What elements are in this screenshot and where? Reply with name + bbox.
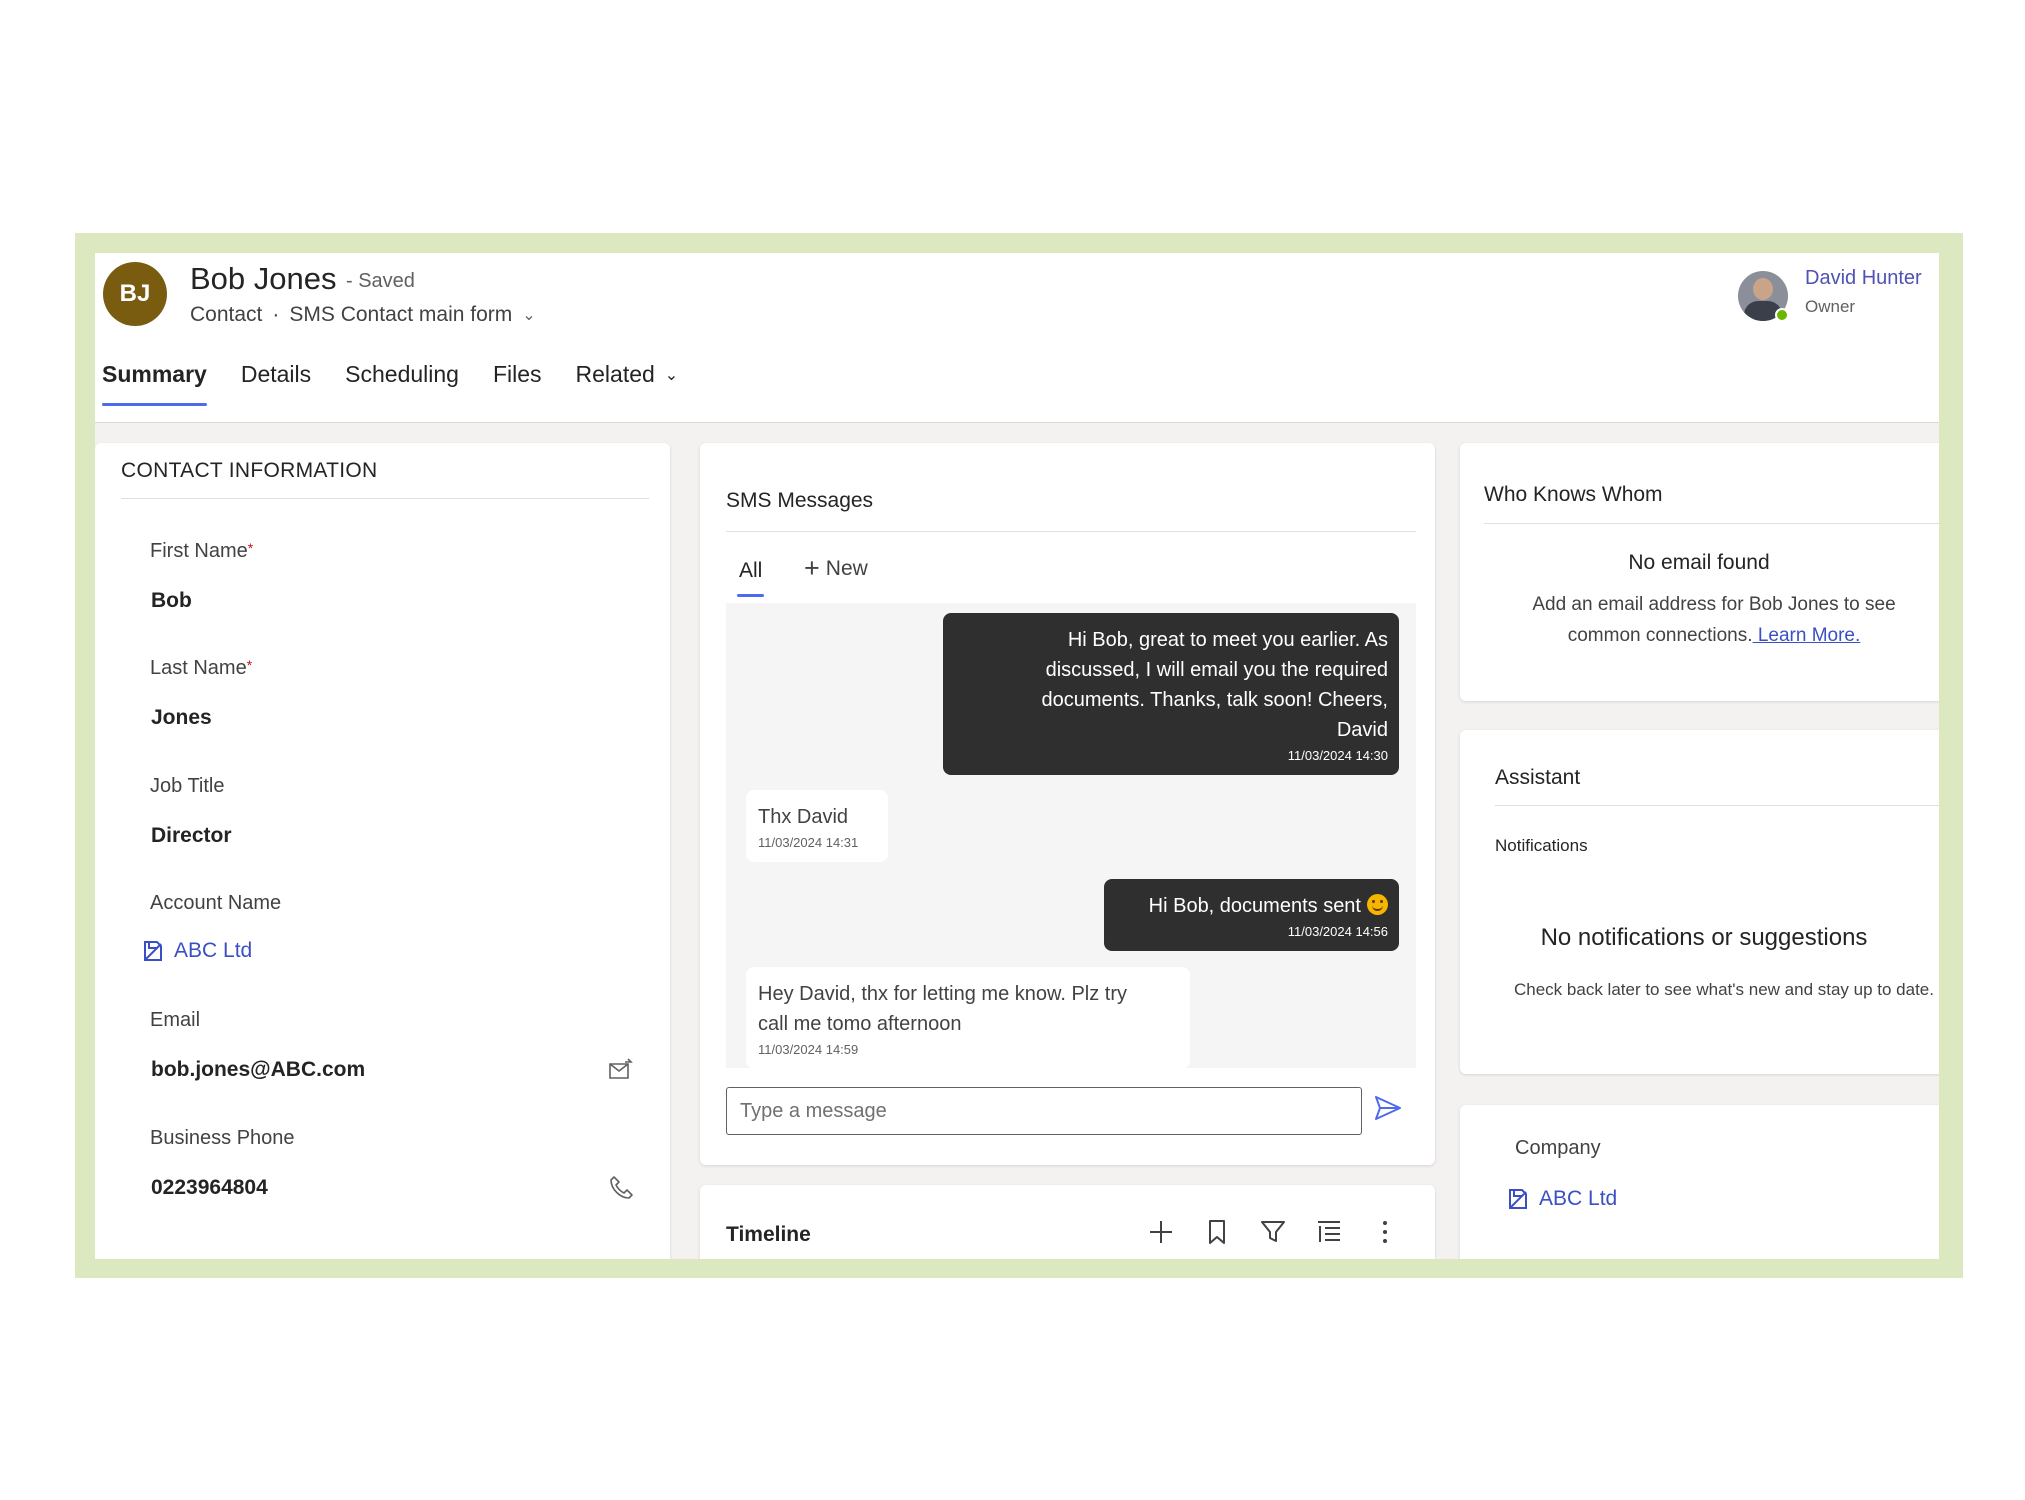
account-icon xyxy=(1509,1189,1527,1209)
subtitle-separator: · xyxy=(272,303,280,326)
empty-state-heading: No notifications or suggestions xyxy=(1540,924,1868,951)
company-link[interactable]: ABC Ltd xyxy=(1506,1187,1617,1211)
tab-related[interactable]: Related ⌄ xyxy=(576,361,679,406)
plus-icon: + xyxy=(804,553,820,583)
divider xyxy=(121,498,649,499)
account-name-link[interactable]: ABC Ltd xyxy=(141,939,252,963)
job-title-field[interactable]: Director xyxy=(151,824,232,848)
empty-state-text: Add an email address for Bob Jones to se… xyxy=(1532,594,1896,646)
message-timestamp: 11/03/2024 14:59 xyxy=(758,1042,859,1057)
divider xyxy=(726,531,1416,532)
message-thread[interactable]: Hi Bob, great to meet you earlier. As di… xyxy=(726,603,1416,1069)
message-timestamp: 11/03/2024 14:56 xyxy=(1287,924,1388,939)
screenshot-frame: BJ Bob Jones - Saved Contact · SMS Conta… xyxy=(75,233,1963,1278)
business-phone-label: Business Phone xyxy=(150,1127,295,1149)
save-status: - Saved xyxy=(346,270,415,292)
notifications-label: Notifications xyxy=(1495,836,1588,855)
incoming-message: Hey David, thx for letting me know. Plz … xyxy=(746,967,1190,1069)
first-name-field[interactable]: Bob xyxy=(151,589,192,613)
chevron-down-icon: ⌄ xyxy=(664,366,679,384)
empty-state-heading: No email found xyxy=(1628,551,1770,574)
section-title: CONTACT INFORMATION xyxy=(121,459,378,482)
divider xyxy=(1484,523,1939,524)
company-label: Company xyxy=(1515,1137,1601,1159)
record-subtitle: Contact · SMS Contact main form ⌄ xyxy=(190,303,536,327)
last-name-field[interactable]: Jones xyxy=(151,706,212,730)
contact-information-section: CONTACT INFORMATION First Name* Bob Last… xyxy=(95,443,670,1259)
send-icon[interactable] xyxy=(1373,1093,1403,1123)
tab-summary[interactable]: Summary xyxy=(102,361,207,406)
record-title: Bob Jones xyxy=(190,261,337,296)
message-input[interactable]: Type a message xyxy=(726,1087,1362,1135)
phone-icon[interactable] xyxy=(608,1174,634,1200)
entity-name: Contact xyxy=(190,303,263,326)
filter-icon[interactable] xyxy=(1260,1219,1286,1245)
business-phone-field[interactable]: 0223964804 xyxy=(151,1176,268,1200)
company-section: Company ABC Ltd xyxy=(1460,1105,1939,1259)
email-label: Email xyxy=(150,1009,201,1031)
more-options-icon[interactable] xyxy=(1372,1219,1398,1245)
presence-available-icon xyxy=(1775,308,1789,322)
section-title: Who Knows Whom xyxy=(1484,483,1663,506)
add-icon[interactable] xyxy=(1148,1219,1174,1245)
tab-all[interactable]: All xyxy=(736,559,765,597)
learn-more-link[interactable]: Learn More. xyxy=(1753,625,1860,646)
tab-details[interactable]: Details xyxy=(241,361,311,406)
record-header: BJ Bob Jones - Saved Contact · SMS Conta… xyxy=(95,253,1939,423)
section-title: Assistant xyxy=(1495,766,1581,789)
bookmark-icon[interactable] xyxy=(1204,1219,1230,1245)
last-name-label: Last Name* xyxy=(150,657,253,679)
empty-state-text: Check back later to see what's new and s… xyxy=(1514,980,1934,999)
sms-title: SMS Messages xyxy=(726,489,874,512)
new-message-button[interactable]: + New xyxy=(804,555,868,582)
smiley-emoji-icon xyxy=(1367,894,1388,915)
account-icon xyxy=(144,941,162,961)
who-knows-whom-section: Who Knows Whom No email found Add an ema… xyxy=(1460,443,1939,701)
message-timestamp: 11/03/2024 14:30 xyxy=(1287,748,1388,763)
tab-scheduling[interactable]: Scheduling xyxy=(345,361,459,406)
assistant-section: Assistant Notifications No notifications… xyxy=(1460,730,1939,1074)
outgoing-message: Hi Bob, documents sent 11/03/2024 14:56 xyxy=(1104,879,1399,951)
owner-name-link[interactable]: David Hunter xyxy=(1805,267,1922,290)
form-selector[interactable]: SMS Contact main form xyxy=(289,303,512,327)
sms-messages-panel: SMS Messages All + New Hi Bob, great to … xyxy=(700,443,1435,1165)
email-field[interactable]: bob.jones@ABC.com xyxy=(151,1058,365,1082)
list-view-icon[interactable] xyxy=(1316,1219,1342,1245)
timeline-section: Timeline xyxy=(700,1185,1435,1259)
outgoing-message: Hi Bob, great to meet you earlier. As di… xyxy=(943,613,1399,775)
divider xyxy=(1495,805,1939,806)
send-email-icon[interactable] xyxy=(608,1058,634,1082)
form-tabs: Summary Details Scheduling Files Related… xyxy=(102,361,678,406)
chevron-down-icon[interactable]: ⌄ xyxy=(522,305,535,325)
owner-role: Owner xyxy=(1805,297,1856,316)
crm-app: BJ Bob Jones - Saved Contact · SMS Conta… xyxy=(95,253,1939,1259)
tab-files[interactable]: Files xyxy=(493,361,542,406)
contact-avatar: BJ xyxy=(103,262,167,326)
timeline-title: Timeline xyxy=(726,1223,811,1246)
job-title-label: Job Title xyxy=(150,775,225,797)
timeline-toolbar xyxy=(1148,1219,1398,1245)
account-name-label: Account Name xyxy=(150,892,282,914)
first-name-label: First Name* xyxy=(150,540,254,562)
message-timestamp: 11/03/2024 14:31 xyxy=(758,835,859,850)
incoming-message: Thx David 11/03/2024 14:31 xyxy=(746,790,888,862)
